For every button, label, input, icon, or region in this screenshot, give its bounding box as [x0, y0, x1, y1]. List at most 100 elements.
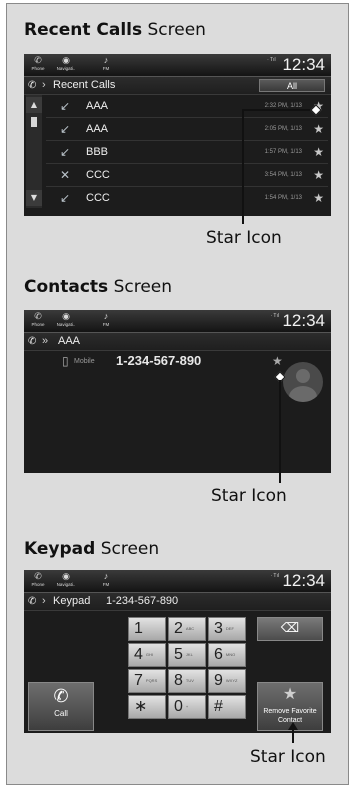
clock: 12:34 — [282, 55, 325, 74]
missed-call-icon: ✕ — [60, 168, 71, 182]
call-list-item[interactable]: ↙ AAA 2:32 PM, 1/13 ★ — [46, 95, 328, 118]
status-bar: ✆ Phone ◉ Navigati.. ♪ FM · Tıl 12:34 — [24, 570, 331, 593]
contact-number: 1-234-567-890 — [116, 353, 202, 368]
dialed-number: 1-234-567-890 — [106, 595, 179, 607]
call-list-item[interactable]: ↙ BBB 1:57 PM, 1/13 ★ — [46, 141, 328, 164]
key-0[interactable]: 0 + — [168, 695, 206, 719]
incoming-call-icon: ↙ — [60, 122, 71, 136]
header-title: AAA — [58, 335, 81, 347]
radio-icon: ♪ — [103, 55, 109, 65]
navigation-app-button[interactable]: ◉ Navigati.. — [54, 571, 78, 591]
scroll-up-icon[interactable]: ▲ — [26, 97, 42, 113]
star-icon[interactable]: ★ — [313, 187, 324, 209]
signal-indicator: · Tıl — [270, 313, 279, 319]
star-icon-callout-label: Star Icon — [211, 486, 287, 506]
key-9[interactable]: 9 WXYZ — [208, 669, 246, 693]
scroll-thumb[interactable] — [31, 117, 37, 127]
call-time: 1:54 PM, 1/13 — [264, 195, 302, 201]
star-icon[interactable]: ★ — [313, 141, 324, 163]
signal-indicator: · Tıl — [267, 57, 279, 63]
callout-leader — [292, 729, 294, 743]
backspace-button[interactable]: ⌫ — [257, 617, 323, 641]
incoming-call-icon: ↙ — [60, 99, 71, 113]
screen-header: ✆ › Keypad 1-234-567-890 — [24, 593, 331, 611]
key-6[interactable]: 6 MNO — [208, 643, 246, 667]
call-handset-icon: ✆ — [53, 686, 69, 706]
call-list-item[interactable]: ✕ CCC 3:54 PM, 1/13 ★ — [46, 164, 328, 187]
contact-avatar-icon — [283, 362, 323, 402]
caller-name: CCC — [86, 192, 110, 204]
recent-calls-screen: ✆ Phone ◉ Navigati.. ♪ FM · Tıl 12:34 ✆ › R… — [24, 54, 331, 216]
navigation-app-button[interactable]: ◉ Navigati.. — [54, 311, 78, 331]
clock: 12:34 — [282, 571, 325, 590]
breadcrumb-arrow-icon: › — [42, 595, 46, 607]
fm-app-button[interactable]: ♪ FM — [94, 311, 118, 331]
call-button[interactable]: ✆ Call — [28, 682, 94, 731]
call-time: 1:57 PM, 1/13 — [264, 149, 302, 155]
star-icon-callout-label: Star Icon — [250, 747, 326, 767]
remove-favorite-label: Remove Favorite — [263, 708, 317, 715]
backspace-icon: ⌫ — [280, 621, 300, 636]
keypad-screen: ✆ Phone ◉ Navigati.. ♪ FM · Tıl 12:34 ✆ › K… — [24, 570, 331, 733]
phone-icon: ✆ — [34, 311, 42, 321]
call-time: 3:54 PM, 1/13 — [264, 172, 302, 178]
keypad-section-title: Keypad Screen — [24, 539, 160, 559]
key-1[interactable]: 1 — [128, 617, 166, 641]
incoming-call-icon: ↙ — [60, 191, 71, 205]
key-4[interactable]: 4 GHI — [128, 643, 166, 667]
call-time: 2:05 PM, 1/13 — [264, 126, 302, 132]
breadcrumb-arrow-icon: » — [42, 335, 49, 347]
phone-icon: ✆ — [28, 336, 37, 347]
navigation-icon: ◉ — [62, 55, 70, 65]
star-icon[interactable]: ★ — [272, 354, 283, 368]
navigation-icon: ◉ — [62, 571, 70, 581]
screen-header: ✆ » AAA — [24, 333, 331, 351]
mobile-phone-icon: ▯ — [62, 354, 69, 368]
clock: 12:34 — [282, 311, 325, 330]
key-5[interactable]: 5 JKL — [168, 643, 206, 667]
call-list-item[interactable]: ↙ CCC 1:54 PM, 1/13 ★ — [46, 187, 328, 209]
caller-name: AAA — [86, 100, 109, 112]
key-star[interactable]: ∗ — [128, 695, 166, 719]
status-bar: ✆ Phone ◉ Navigati.. ♪ FM · Tıl 12:34 — [24, 54, 331, 77]
phone-app-button[interactable]: ✆ Phone — [26, 311, 50, 331]
screen-header: ✆ › Recent Calls All — [24, 77, 331, 95]
callout-leader — [242, 109, 304, 111]
header-title: Recent Calls — [53, 79, 116, 91]
star-icon[interactable]: ★ — [313, 164, 324, 186]
call-time: 2:32 PM, 1/13 — [264, 103, 302, 109]
caller-name: CCC — [86, 169, 110, 181]
fm-app-button[interactable]: ♪ FM — [94, 55, 118, 75]
radio-icon: ♪ — [103, 311, 109, 321]
callout-arrow-icon — [288, 722, 298, 730]
key-8[interactable]: 8 TUV — [168, 669, 206, 693]
status-bar: ✆ Phone ◉ Navigati.. ♪ FM · Tıl 12:34 — [24, 310, 331, 333]
key-3[interactable]: 3 DEF — [208, 617, 246, 641]
callout-leader — [279, 380, 281, 483]
navigation-icon: ◉ — [62, 311, 70, 321]
phone-icon: ✆ — [28, 596, 37, 607]
signal-indicator: · Tıl — [270, 573, 279, 579]
scrollbar[interactable]: ▲ ▼ — [26, 95, 42, 208]
call-list-item[interactable]: ↙ AAA 2:05 PM, 1/13 ★ — [46, 118, 328, 141]
call-button-label: Call — [54, 709, 68, 718]
header-title: Keypad — [53, 595, 91, 607]
phone-icon: ✆ — [28, 80, 37, 91]
phone-app-button[interactable]: ✆ Phone — [26, 55, 50, 75]
fm-app-button[interactable]: ♪ FM — [94, 571, 118, 591]
navigation-app-button[interactable]: ◉ Navigati.. — [54, 55, 78, 75]
incoming-call-icon: ↙ — [60, 145, 71, 159]
key-7[interactable]: 7 PQRS — [128, 669, 166, 693]
caller-name: AAA — [86, 123, 109, 135]
recent-calls-section-title: Recent Calls Screen — [24, 20, 206, 40]
filter-all-button[interactable]: All — [259, 79, 325, 92]
star-icon[interactable]: ★ — [313, 118, 324, 140]
key-2[interactable]: 2 ABC — [168, 617, 206, 641]
phone-app-button[interactable]: ✆ Phone — [26, 571, 50, 591]
key-hash[interactable]: # — [208, 695, 246, 719]
scroll-down-icon[interactable]: ▼ — [26, 190, 42, 206]
radio-icon: ♪ — [103, 571, 109, 581]
caller-name: BBB — [86, 146, 109, 158]
star-icon-callout-label: Star Icon — [206, 228, 282, 248]
contacts-section-title: Contacts Screen — [24, 277, 173, 297]
